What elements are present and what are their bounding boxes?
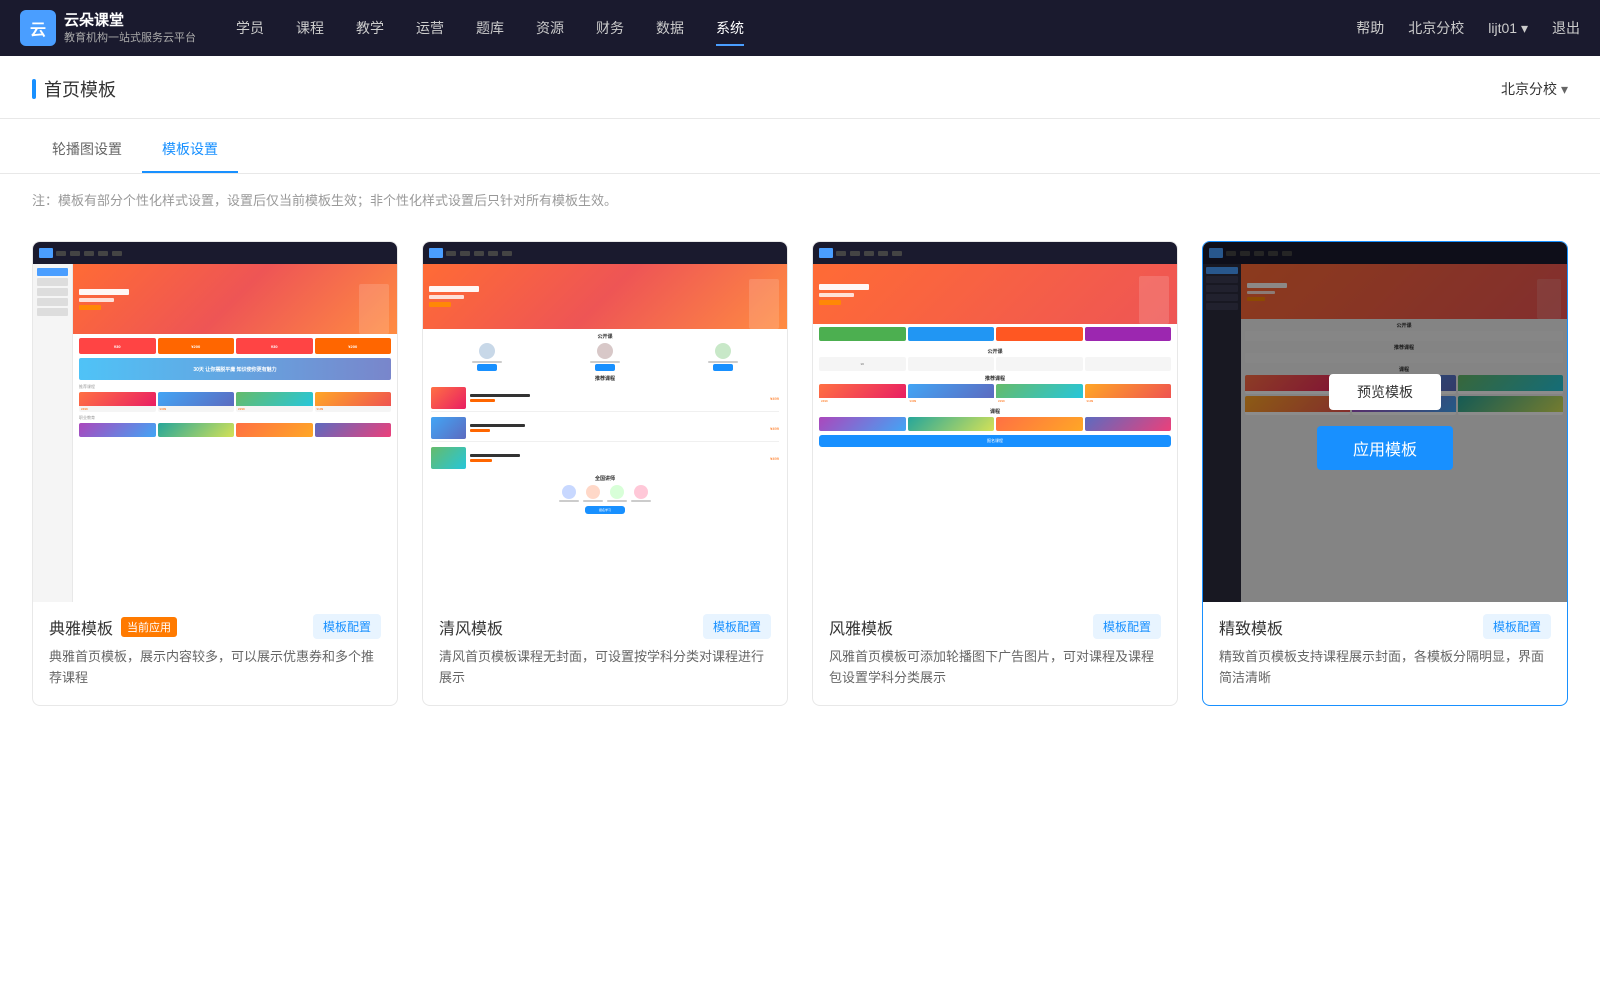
page-title: 首页模板 bbox=[32, 76, 116, 102]
branch-selector[interactable]: 北京分校 bbox=[1501, 79, 1568, 99]
template-card-4: 公开课 推荐课程 课程 bbox=[1202, 241, 1568, 706]
badge-applied-1: 当前应用 bbox=[121, 617, 177, 637]
template-name-3: 风雅模板 bbox=[829, 615, 893, 639]
config-btn-2[interactable]: 模板配置 bbox=[703, 614, 771, 639]
logo-icon: 云 bbox=[20, 10, 56, 46]
preview-btn-2[interactable]: 预览模板 bbox=[549, 374, 661, 410]
nav-logout[interactable]: 退出 bbox=[1552, 18, 1580, 38]
tab-carousel[interactable]: 轮播图设置 bbox=[32, 127, 142, 173]
template-name-row-2: 清风模板 模板配置 bbox=[439, 614, 771, 639]
apply-btn-3[interactable]: 应用模板 bbox=[927, 426, 1063, 470]
nav-menu: 学员 课程 教学 运营 题库 资源 财务 数据 系统 bbox=[236, 14, 1356, 42]
apply-btn-2[interactable]: 应用模板 bbox=[537, 426, 673, 470]
nav-item-jiaoxue[interactable]: 教学 bbox=[356, 14, 384, 42]
nav-item-xueyuan[interactable]: 学员 bbox=[236, 14, 264, 42]
page-header: 首页模板 北京分校 bbox=[0, 56, 1600, 119]
preview-btn-1[interactable]: 预览模板 bbox=[159, 374, 271, 410]
tab-bar: 轮播图设置 模板设置 bbox=[0, 127, 1600, 174]
nav-help[interactable]: 帮助 bbox=[1356, 18, 1384, 38]
config-btn-3[interactable]: 模板配置 bbox=[1093, 614, 1161, 639]
preview-btn-4[interactable]: 预览模板 bbox=[1329, 374, 1441, 410]
template-name-row-4: 精致模板 模板配置 bbox=[1219, 614, 1551, 639]
template-card-3: 公开课 ¥0 推荐课程 ¥499 ¥399 ¥299 bbox=[812, 241, 1178, 706]
nav-branch[interactable]: 北京分校 bbox=[1408, 18, 1464, 38]
apply-btn-1[interactable]: 应用模板 bbox=[147, 426, 283, 470]
template-info-2: 清风模板 模板配置 清风首页模板课程无封面，可设置按学科分类对课程进行展示 bbox=[423, 602, 787, 705]
template-preview-4: 公开课 推荐课程 课程 bbox=[1203, 242, 1567, 602]
nav-item-ziyuan[interactable]: 资源 bbox=[536, 14, 564, 42]
template-info-3: 风雅模板 模板配置 风雅首页模板可添加轮播图下广告图片，可对课程及课程包设置学科… bbox=[813, 602, 1177, 705]
template-card-2: 公开课 bbox=[422, 241, 788, 706]
nav-item-tiku[interactable]: 题库 bbox=[476, 14, 504, 42]
template-name-4: 精致模板 bbox=[1219, 615, 1283, 639]
template-overlay-4: 预览模板 应用模板 bbox=[1203, 242, 1567, 602]
nav-item-shuju[interactable]: 数据 bbox=[656, 14, 684, 42]
nav-item-xitong[interactable]: 系统 bbox=[716, 14, 744, 42]
template-name-2: 清风模板 bbox=[439, 615, 503, 639]
template-name-row-3: 风雅模板 模板配置 bbox=[829, 614, 1161, 639]
top-navigation: 云 云朵课堂 教育机构一站式服务云平台 学员 课程 教学 运营 题库 资源 财务… bbox=[0, 0, 1600, 56]
template-info-1: 典雅模板 当前应用 模板配置 典雅首页模板，展示内容较多，可以展示优惠券和多个推… bbox=[33, 602, 397, 705]
nav-user[interactable]: lijt01 bbox=[1488, 20, 1528, 37]
logo-text: 云朵课堂 教育机构一站式服务云平台 bbox=[64, 11, 196, 45]
template-desc-2: 清风首页模板课程无封面，可设置按学科分类对课程进行展示 bbox=[439, 647, 771, 689]
template-name-row-1: 典雅模板 当前应用 模板配置 bbox=[49, 614, 381, 639]
config-btn-4[interactable]: 模板配置 bbox=[1483, 614, 1551, 639]
template-preview-3: 公开课 ¥0 推荐课程 ¥499 ¥399 ¥299 bbox=[813, 242, 1177, 602]
logo[interactable]: 云 云朵课堂 教育机构一站式服务云平台 bbox=[20, 10, 196, 46]
nav-right: 帮助 北京分校 lijt01 退出 bbox=[1356, 18, 1580, 38]
template-preview-2: 公开课 bbox=[423, 242, 787, 602]
nav-item-caiwu[interactable]: 财务 bbox=[596, 14, 624, 42]
config-btn-1[interactable]: 模板配置 bbox=[313, 614, 381, 639]
nav-item-yunying[interactable]: 运营 bbox=[416, 14, 444, 42]
note-text: 注：模板有部分个性化样式设置，设置后仅当前模板生效；非个性化样式设置后只针对所有… bbox=[0, 174, 1600, 225]
template-card-1: ¥30 ¥200 ¥30 ¥200 30天 让你摆脱平庸 知识使你更有魅力 推荐… bbox=[32, 241, 398, 706]
template-desc-3: 风雅首页模板可添加轮播图下广告图片，可对课程及课程包设置学科分类展示 bbox=[829, 647, 1161, 689]
template-preview-1: ¥30 ¥200 ¥30 ¥200 30天 让你摆脱平庸 知识使你更有魅力 推荐… bbox=[33, 242, 397, 602]
nav-item-kecheng[interactable]: 课程 bbox=[296, 14, 324, 42]
apply-btn-4[interactable]: 应用模板 bbox=[1317, 426, 1453, 470]
tab-template[interactable]: 模板设置 bbox=[142, 127, 238, 173]
page-content: 首页模板 北京分校 轮播图设置 模板设置 注：模板有部分个性化样式设置，设置后仅… bbox=[0, 56, 1600, 990]
template-info-4: 精致模板 模板配置 精致首页模板支持课程展示封面，各模板分隔明显，界面简洁清晰 bbox=[1203, 602, 1567, 705]
template-desc-4: 精致首页模板支持课程展示封面，各模板分隔明显，界面简洁清晰 bbox=[1219, 647, 1551, 689]
template-name-1: 典雅模板 当前应用 bbox=[49, 615, 177, 639]
preview-btn-3[interactable]: 预览模板 bbox=[939, 374, 1051, 410]
templates-grid: ¥30 ¥200 ¥30 ¥200 30天 让你摆脱平庸 知识使你更有魅力 推荐… bbox=[0, 225, 1600, 746]
template-desc-1: 典雅首页模板，展示内容较多，可以展示优惠券和多个推荐课程 bbox=[49, 647, 381, 689]
